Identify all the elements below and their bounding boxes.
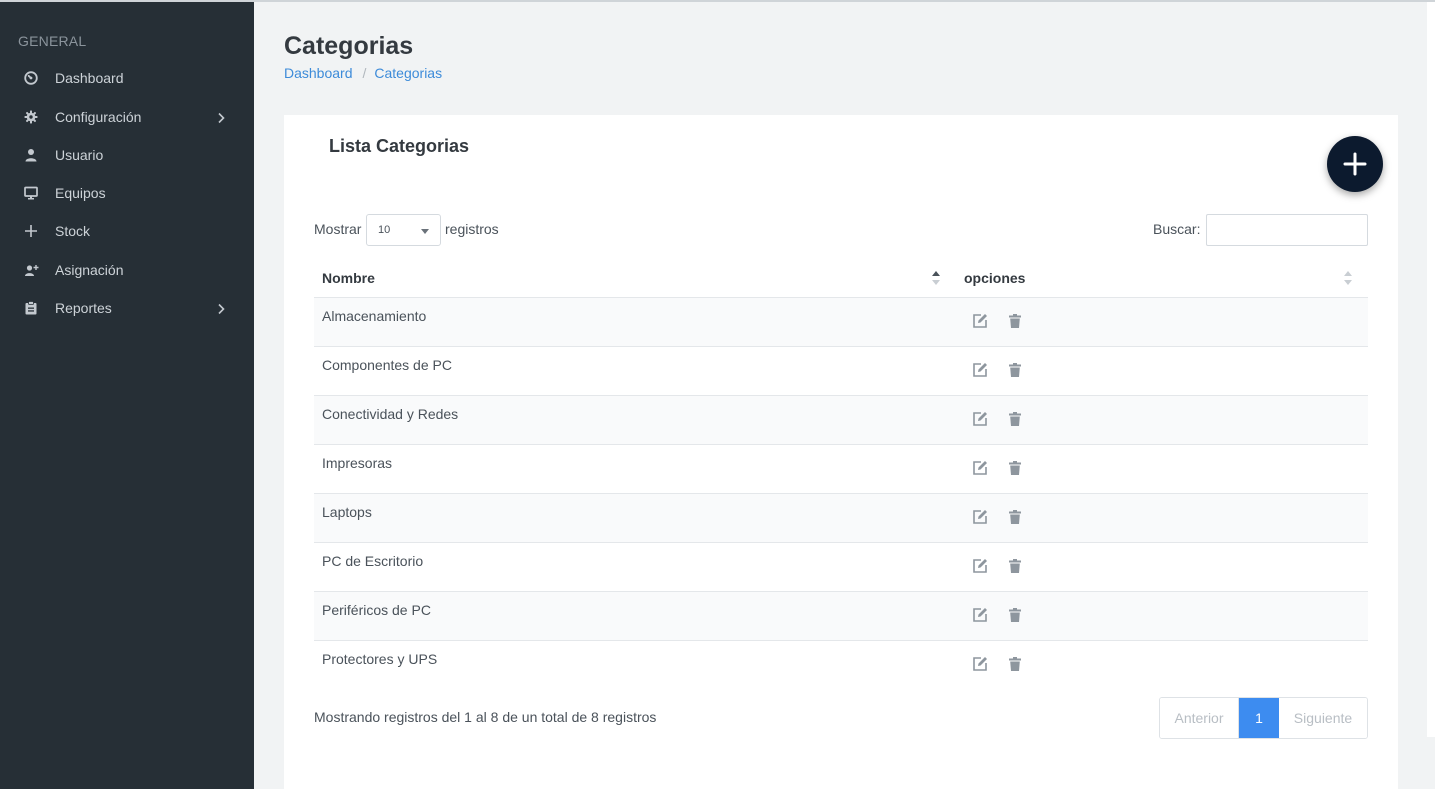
trash-icon[interactable] [1007, 411, 1023, 427]
category-name: Conectividad y Redes [322, 406, 459, 422]
length-suffix: registros [445, 221, 499, 237]
trash-icon[interactable] [1007, 607, 1023, 623]
edit-icon[interactable] [972, 607, 988, 623]
table-row: Laptops [314, 494, 1368, 543]
categories-card: Lista Categorias Mostrar 10 registros Bu… [284, 115, 1398, 789]
sidebar-item-label: Equipos [55, 185, 106, 201]
category-name: Impresoras [322, 455, 393, 471]
trash-icon[interactable] [1007, 313, 1023, 329]
edit-icon[interactable] [972, 509, 988, 525]
trash-icon[interactable] [1007, 656, 1023, 672]
sort-icon[interactable] [932, 271, 940, 285]
scrollbar[interactable] [1427, 2, 1435, 737]
category-name: PC de Escritorio [322, 553, 424, 569]
category-name: Componentes de PC [322, 357, 452, 373]
caret-down-icon [421, 229, 429, 234]
dashboard-gauge-icon [23, 70, 39, 86]
edit-icon[interactable] [972, 460, 988, 476]
trash-icon[interactable] [1007, 362, 1023, 378]
sidebar-item-equipos[interactable]: Equipos [0, 177, 254, 209]
page-length-value: 10 [378, 224, 391, 236]
length-label: Mostrar [314, 221, 362, 237]
sidebar-item-label: Configuración [55, 109, 142, 125]
edit-icon[interactable] [972, 362, 988, 378]
gear-icon [23, 109, 39, 125]
table-row: PC de Escritorio [314, 543, 1368, 592]
category-name: Periféricos de PC [322, 602, 431, 618]
user-icon [23, 147, 39, 163]
table-row: Protectores y UPS [314, 641, 1368, 690]
sidebar-item-dashboard[interactable]: Dashboard [0, 62, 254, 94]
clipboard-icon [23, 300, 39, 316]
table-info: Mostrando registros del 1 al 8 de un tot… [314, 709, 657, 725]
sidebar-item-label: Reportes [55, 300, 112, 316]
card-title: Lista Categorias [329, 136, 470, 156]
trash-icon[interactable] [1007, 509, 1023, 525]
sort-icon[interactable] [1344, 271, 1352, 285]
plus-icon [23, 223, 39, 239]
sidebar: GENERAL Dashboard Configuración Usuario … [0, 2, 254, 789]
pagination: Anterior 1 Siguiente [1159, 697, 1368, 739]
categories-table: Nombre opciones Almacenamiento Component… [314, 260, 1368, 690]
add-category-button[interactable] [1327, 136, 1383, 192]
pagination-page-button[interactable]: 1 [1239, 698, 1279, 738]
sidebar-item-asignacion[interactable]: Asignación [0, 254, 254, 286]
search-input[interactable] [1206, 214, 1368, 246]
sidebar-item-stock[interactable]: Stock [0, 215, 254, 247]
sidebar-item-label: Usuario [55, 147, 104, 163]
sidebar-item-label: Dashboard [55, 70, 124, 86]
trash-icon[interactable] [1007, 460, 1023, 476]
sidebar-item-label: Stock [55, 223, 91, 239]
sidebar-item-usuario[interactable]: Usuario [0, 139, 254, 171]
chevron-right-icon [216, 302, 226, 315]
column-header-nombre[interactable]: Nombre [322, 270, 375, 286]
sidebar-item-configuracion[interactable]: Configuración [0, 101, 254, 133]
category-name: Protectores y UPS [322, 651, 438, 667]
edit-icon[interactable] [972, 313, 988, 329]
sidebar-item-label: Asignación [55, 262, 124, 278]
monitor-icon [23, 185, 39, 201]
chevron-right-icon [216, 111, 226, 124]
sidebar-item-reportes[interactable]: Reportes [0, 292, 254, 324]
breadcrumb: Dashboard / Categorias [284, 65, 442, 81]
table-row: Periféricos de PC [314, 592, 1368, 641]
page-length-select[interactable]: 10 [366, 214, 441, 246]
table-row: Impresoras [314, 445, 1368, 494]
table-row: Almacenamiento [314, 298, 1368, 347]
column-header-opciones[interactable]: opciones [964, 270, 1025, 286]
sidebar-heading: GENERAL [18, 33, 87, 49]
page-title: Categorias [284, 32, 414, 60]
edit-icon[interactable] [972, 558, 988, 574]
edit-icon[interactable] [972, 411, 988, 427]
edit-icon[interactable] [972, 656, 988, 672]
search-label: Buscar: [1153, 221, 1201, 237]
pagination-next-button[interactable]: Siguiente [1279, 698, 1367, 738]
breadcrumb-home-link[interactable]: Dashboard [284, 65, 353, 81]
breadcrumb-current[interactable]: Categorias [374, 65, 442, 81]
breadcrumb-separator: / [362, 65, 367, 81]
category-name: Laptops [322, 504, 372, 520]
category-name: Almacenamiento [322, 308, 427, 324]
table-row: Conectividad y Redes [314, 396, 1368, 445]
user-plus-icon [23, 262, 39, 278]
pagination-previous-button[interactable]: Anterior [1160, 698, 1239, 738]
plus-icon [1343, 152, 1367, 176]
table-header: Nombre opciones [314, 260, 1368, 298]
trash-icon[interactable] [1007, 558, 1023, 574]
table-row: Componentes de PC [314, 347, 1368, 396]
